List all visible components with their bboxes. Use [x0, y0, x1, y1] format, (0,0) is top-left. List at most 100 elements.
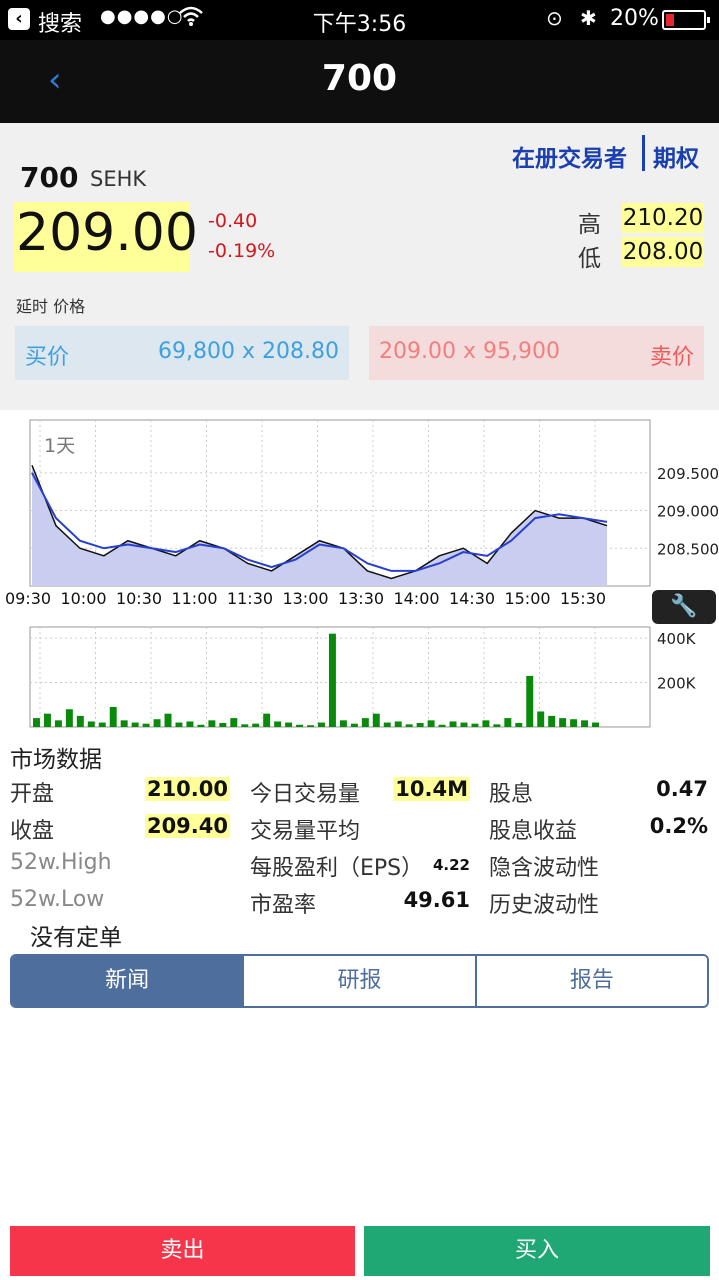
chart-period-label: 1天 [44, 435, 75, 457]
volume-bar [241, 724, 249, 727]
bid-value: 69,800 x 208.80 [158, 339, 339, 364]
volume-tick-label: 400K [657, 630, 697, 648]
market-data-label: 52w.High [10, 850, 112, 875]
market-data-label: 股息收益 [489, 819, 578, 844]
volume-bar [592, 722, 599, 727]
volume-bar [208, 720, 216, 727]
volume-bar [318, 722, 325, 727]
low-label: 低 [578, 246, 601, 272]
market-data-label: 隐含波动性 [489, 856, 600, 881]
options-link[interactable]: 期权 [653, 139, 699, 173]
tab-news[interactable]: 新闻 [12, 956, 243, 1006]
ask-box[interactable]: 209.00 x 95,900 卖价 [369, 326, 704, 380]
battery-percentage: 20% [610, 6, 659, 31]
volume-bar [372, 713, 380, 727]
volume-bar [482, 720, 490, 727]
volume-bar [120, 720, 128, 727]
volume-bar [153, 719, 161, 727]
volume-bar [350, 723, 358, 727]
volume-bar [361, 718, 369, 727]
volume-bar [427, 720, 435, 727]
market-data-value: 210.00 [144, 777, 230, 801]
market-data-value: 4.22 [432, 856, 470, 874]
volume-bar [515, 723, 523, 727]
market-data-title: 市场数据 [10, 747, 102, 773]
chart-area[interactable]: 209.500 209.000 208.500 09:30 10:00 10:30 11:0… [0, 410, 719, 740]
wrench-icon[interactable]: 🔧 [652, 590, 716, 624]
volume-bar [43, 713, 51, 727]
market-data-label: 交易量平均 [250, 819, 361, 844]
x-tick-label: 11:30 [227, 589, 273, 608]
symbol: 700 [20, 161, 79, 194]
volume-bar [471, 723, 479, 727]
volume-bar [405, 724, 413, 727]
volume-bar [263, 713, 271, 727]
market-data-label: 每股盈利（EPS） [250, 856, 424, 881]
volume-bar [285, 722, 293, 727]
high-label: 高 [578, 212, 601, 238]
volume-bar [219, 723, 227, 727]
volume-bar [438, 724, 446, 727]
market-data-label: 52w.Low [10, 887, 105, 912]
x-tick-label: 13:00 [282, 589, 328, 608]
x-tick-label: 10:00 [60, 589, 106, 608]
x-tick-label: 13:30 [338, 589, 384, 608]
volume-bar [493, 724, 501, 727]
volume-bar [109, 707, 117, 727]
volume-bar [142, 723, 150, 727]
high-value: 210.20 [622, 203, 704, 233]
market-data-value: 209.40 [144, 814, 230, 838]
bluetooth-icon: ✱ [580, 6, 597, 30]
battery-icon [662, 10, 710, 30]
no-orders-text: 没有定单 [30, 925, 122, 951]
volume-bar [131, 722, 139, 727]
ask-value: 209.00 x 95,900 [379, 339, 560, 364]
registered-traders-link[interactable]: 在册交易者 [512, 139, 627, 173]
intraday-charts: 209.500 209.000 208.500 09:30 10:00 10:30 11:0… [5, 419, 719, 728]
volume-bar [33, 718, 40, 727]
volume-bar [559, 718, 567, 727]
market-data-label: 市盈率 [250, 893, 317, 918]
volume-bar [230, 718, 238, 727]
quote-panel: 在册交易者 期权 700 SEHK 209.00 -0.40 -0.19% 高 … [0, 123, 719, 410]
buy-button[interactable]: 买入 [364, 1226, 710, 1276]
divider [642, 135, 645, 171]
volume-bar [164, 713, 172, 727]
market-data-label: 股息 [489, 782, 534, 807]
volume-bar [252, 723, 260, 727]
volume-bar [328, 633, 336, 727]
volume-bar [383, 722, 391, 727]
tab-reports[interactable]: 报告 [474, 956, 707, 1006]
y-tick-label: 208.500 [657, 540, 719, 558]
volume-bar [65, 709, 73, 727]
market-data-label: 开盘 [10, 782, 55, 807]
volume-bar [296, 724, 304, 727]
market-data-label: 历史波动性 [489, 893, 600, 918]
y-tick-label: 209.500 [657, 465, 719, 483]
bid-box[interactable]: 买价 69,800 x 208.80 [15, 326, 349, 380]
low-value: 208.00 [622, 237, 704, 267]
volume-bar [526, 675, 534, 727]
nav-bar: ‹ 700 [0, 40, 719, 123]
volume-bar [504, 718, 512, 727]
status-bar: ‹ 搜索 ●●●●○ 下午3:56 ⊙ ✱ 20% [0, 0, 719, 40]
x-tick-label: 15:30 [560, 589, 606, 608]
tab-research[interactable]: 研报 [242, 956, 475, 1006]
ask-label: 卖价 [649, 345, 694, 370]
x-tick-label: 10:30 [116, 589, 162, 608]
volume-bar [416, 723, 424, 727]
volume-bar [186, 721, 194, 727]
market-data-value: 10.4M [393, 777, 470, 801]
volume-bar [98, 722, 106, 727]
volume-bar [394, 721, 402, 727]
sell-button[interactable]: 卖出 [10, 1226, 355, 1276]
y-tick-label: 209.000 [657, 503, 719, 521]
volume-bar [175, 722, 183, 727]
volume-bar [54, 720, 62, 727]
volume-bar [548, 715, 556, 727]
volume-bar [197, 724, 205, 727]
volume-bar [87, 721, 95, 727]
market-data-value: 0.47 [656, 777, 708, 801]
orientation-lock-icon: ⊙ [546, 6, 563, 30]
volume-bar [307, 725, 314, 727]
